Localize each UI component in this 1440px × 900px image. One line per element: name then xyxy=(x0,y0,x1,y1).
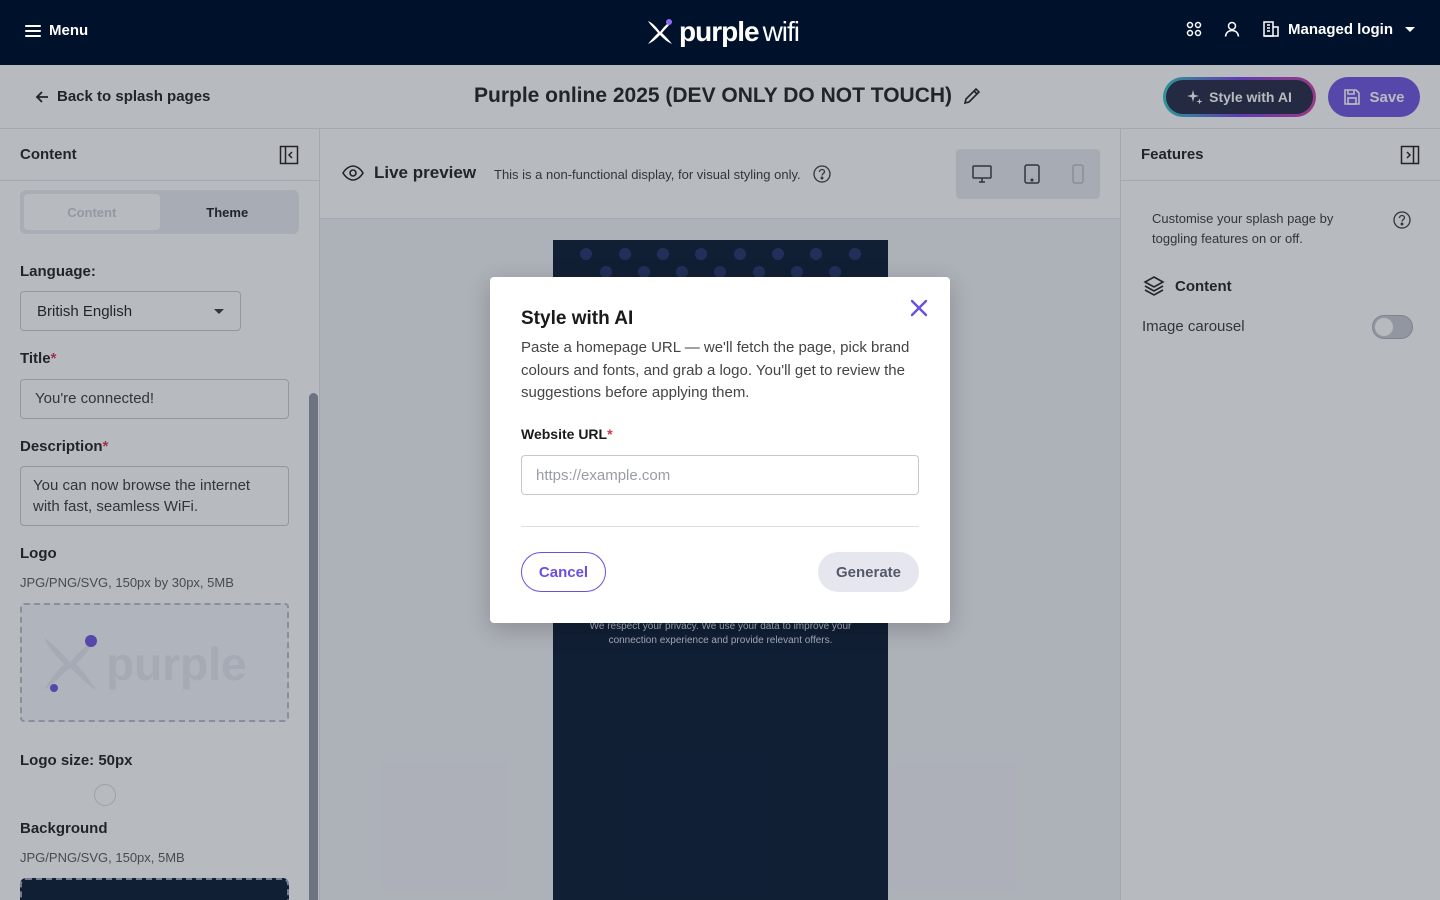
purple-logo-icon xyxy=(648,19,672,44)
website-url-input[interactable] xyxy=(521,455,919,495)
hamburger-icon xyxy=(25,24,41,37)
dialog-description: Paste a homepage URL — we'll fetch the p… xyxy=(521,339,910,401)
website-url-label-text: Website URL xyxy=(521,426,608,442)
required-marker: * xyxy=(607,426,613,442)
building-icon xyxy=(1263,21,1279,37)
menu-button[interactable]: Menu xyxy=(25,22,88,39)
generate-button[interactable]: Generate xyxy=(818,552,919,592)
dialog-divider xyxy=(521,526,919,527)
user-icon[interactable] xyxy=(1224,21,1240,37)
close-icon[interactable] xyxy=(908,297,930,319)
managed-login-label: Managed login xyxy=(1288,20,1393,38)
cancel-button[interactable]: Cancel xyxy=(521,552,606,592)
brand-logo[interactable]: purple wifi xyxy=(645,16,800,48)
menu-label: Menu xyxy=(49,22,89,39)
top-nav-bar: Menu purple wifi Managed login xyxy=(0,0,1440,65)
brand-name: purple xyxy=(679,16,760,47)
brand-suffix: wifi xyxy=(762,16,800,47)
style-with-ai-dialog: Style with AI Paste a homepage URL — we'… xyxy=(490,277,950,623)
managed-login-dropdown[interactable]: Managed login xyxy=(1262,20,1415,38)
chevron-down-icon xyxy=(1405,26,1415,32)
apps-grid-icon[interactable] xyxy=(1186,21,1202,37)
dialog-title: Style with AI xyxy=(521,308,634,329)
website-url-label: Website URL* xyxy=(521,426,613,442)
